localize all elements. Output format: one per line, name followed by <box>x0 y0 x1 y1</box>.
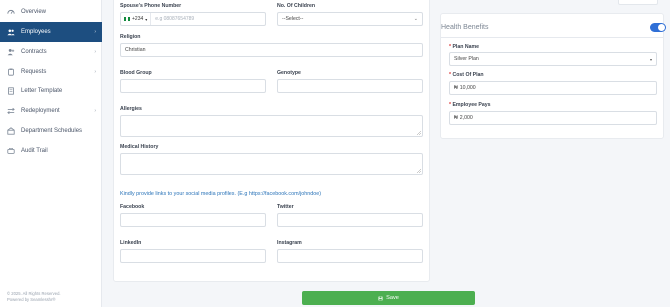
spouse-phone-input[interactable]: e.g 08087654789 <box>151 16 194 22</box>
instagram-input[interactable] <box>277 249 423 263</box>
employee-pays-value: 2,000 <box>459 115 473 121</box>
instagram-label: Instagram <box>277 240 302 246</box>
sidebar: Overview Employees › Contracts › Request… <box>0 0 102 307</box>
clipboard-icon <box>7 68 15 76</box>
facebook-input[interactable] <box>120 213 266 227</box>
powered-by-text: Powered by Seamlesshr® <box>7 297 56 302</box>
religion-value: Christian <box>125 47 146 53</box>
religion-input[interactable]: Christian <box>120 43 423 57</box>
chevron-right-icon: › <box>94 108 96 114</box>
employee-pays-input[interactable]: ₦ 2,000 <box>449 111 657 125</box>
linkedin-label: LinkedIn <box>120 240 142 246</box>
health-benefits-toggle[interactable] <box>650 23 666 32</box>
sidebar-item-label: Overview <box>21 9 47 15</box>
sidebar-item-label: Employees <box>21 29 51 35</box>
spouse-phone-field[interactable]: +234 ▾ e.g 08087654789 <box>120 12 266 26</box>
medical-history-label: Medical History <box>120 144 159 150</box>
cost-of-plan-label: * Cost Of Plan <box>449 72 484 78</box>
save-button[interactable]: Save <box>302 291 475 305</box>
employee-pays-label: * Employee Pays <box>449 102 491 108</box>
plan-name-selected-value: Silver Plan <box>454 56 479 62</box>
sidebar-item-label: Audit Trail <box>21 148 48 154</box>
sidebar-item-letter-template[interactable]: Letter Template <box>0 82 102 100</box>
caret-down-icon: ▾ <box>145 16 148 22</box>
chevron-right-icon: › <box>94 69 96 75</box>
plan-name-label: * Plan Name <box>449 44 479 50</box>
children-selected-value: --Select-- <box>282 16 304 22</box>
children-label: No. Of Children <box>277 3 316 9</box>
sidebar-item-requests[interactable]: Requests › <box>0 63 102 81</box>
country-code-select[interactable]: +234 ▾ <box>121 13 152 25</box>
sidebar-item-contracts[interactable]: Contracts › <box>0 43 102 61</box>
divider <box>441 37 663 38</box>
blood-group-label: Blood Group <box>120 70 152 76</box>
sidebar-item-overview[interactable]: Overview <box>0 3 102 21</box>
toggle-knob <box>658 24 665 31</box>
health-benefits-title: Health Benefits <box>441 24 489 31</box>
facebook-label: Facebook <box>120 204 145 210</box>
naira-currency-symbol: ₦ <box>454 85 458 91</box>
chevron-right-icon: › <box>94 49 96 55</box>
social-media-hint: Kindly provide links to your social medi… <box>120 191 322 197</box>
allergies-label: Allergies <box>120 106 142 112</box>
twitter-label: Twitter <box>277 204 294 210</box>
cost-of-plan-value: 10,000 <box>459 85 476 91</box>
dashboard-icon <box>7 8 15 16</box>
sidebar-footer: © 2025. All Rights Reserved. Powered by … <box>7 291 61 303</box>
blood-group-input[interactable] <box>120 79 266 93</box>
cost-of-plan-input[interactable]: ₦ 10,000 <box>449 81 657 95</box>
nigeria-flag-icon <box>124 17 130 21</box>
plan-name-select[interactable]: Silver Plan ▾ <box>449 52 657 66</box>
swap-icon <box>7 107 15 115</box>
sidebar-item-redeployment[interactable]: Redeployment › <box>0 102 102 120</box>
sidebar-item-department-schedules[interactable]: Department Schedules <box>0 122 102 140</box>
naira-currency-symbol: ₦ <box>454 115 458 121</box>
history-icon <box>7 147 15 155</box>
medical-history-textarea[interactable] <box>120 153 423 175</box>
linkedin-input[interactable] <box>120 249 266 263</box>
genotype-label: Genotype <box>277 70 301 76</box>
document-icon <box>7 87 15 95</box>
users-icon <box>7 28 15 36</box>
genotype-input[interactable] <box>277 79 423 93</box>
chevron-right-icon: › <box>94 29 96 35</box>
spouse-phone-label: Spouse's Phone Number <box>120 3 182 9</box>
sidebar-item-label: Department Schedules <box>21 128 83 134</box>
sidebar-item-label: Redeployment <box>21 108 60 114</box>
sidebar-item-employees[interactable]: Employees › <box>0 22 102 42</box>
chevron-down-icon: ⌄ <box>413 16 418 22</box>
save-icon <box>378 296 383 300</box>
twitter-input[interactable] <box>277 213 423 227</box>
caret-down-icon: ▾ <box>649 56 652 62</box>
religion-label: Religion <box>120 34 141 40</box>
sidebar-item-audit-trail[interactable]: Audit Trail <box>0 142 102 160</box>
top-right-card <box>618 0 658 5</box>
sidebar-item-label: Contracts <box>21 49 47 55</box>
country-code: +234 <box>132 16 144 22</box>
save-label: Save <box>386 295 399 301</box>
sidebar-item-label: Requests <box>21 69 47 75</box>
sidebar-item-label: Letter Template <box>21 88 63 94</box>
allergies-textarea[interactable] <box>120 115 423 137</box>
building-icon <box>7 127 15 135</box>
user-plus-icon <box>7 48 15 56</box>
children-select[interactable]: --Select-- ⌄ <box>277 12 423 26</box>
